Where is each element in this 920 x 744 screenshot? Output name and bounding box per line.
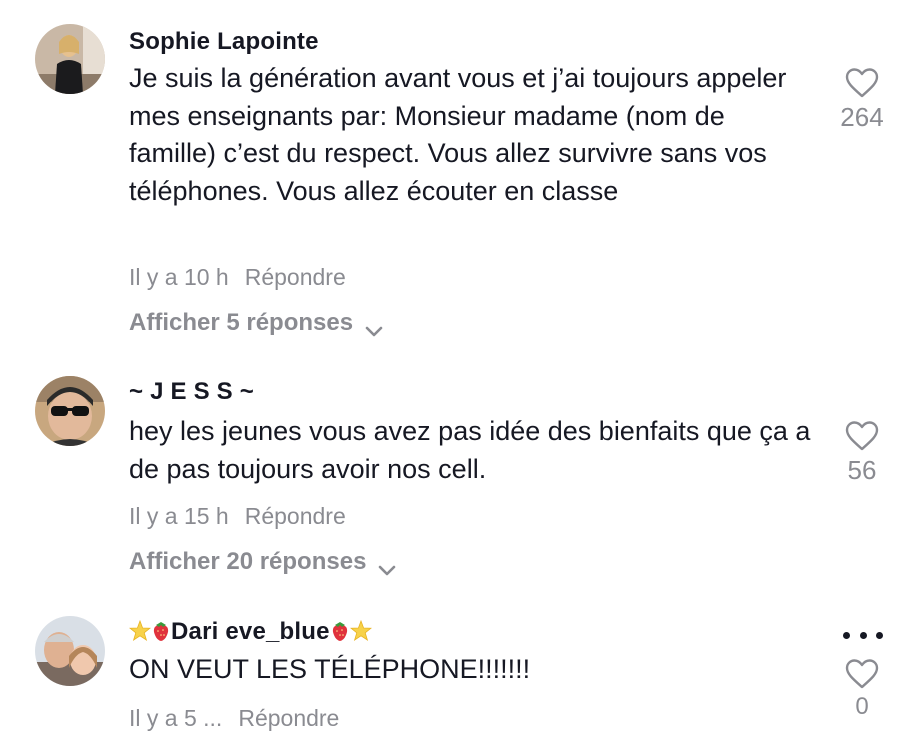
view-replies-button[interactable]: Afficher 20 réponses — [129, 548, 396, 576]
like-button[interactable]: 56 — [836, 421, 888, 486]
strawberry-icon — [330, 620, 350, 649]
avatar[interactable] — [35, 376, 105, 446]
like-button[interactable]: 0 — [836, 659, 888, 721]
comment-username[interactable]: Dari eve_blue — [128, 618, 372, 649]
comment-username[interactable]: Sophie Lapointe — [129, 28, 319, 56]
avatar[interactable] — [35, 24, 105, 94]
username-text: Dari eve_blue — [171, 618, 330, 645]
like-count: 264 — [840, 102, 884, 132]
star-icon — [349, 619, 372, 649]
dot — [876, 632, 883, 639]
comment-meta: Il y a 15 h Répondre — [129, 503, 346, 530]
comment-text: Je suis la génération avant vous et j’ai… — [129, 63, 787, 206]
star-icon — [128, 619, 152, 649]
like-count: 56 — [847, 455, 877, 485]
heart-outline-icon — [836, 421, 888, 451]
avatar[interactable] — [35, 616, 105, 686]
comment-text: hey les jeunes vous avez pas idée des bi… — [129, 416, 811, 484]
comment-timestamp: Il y a 15 h — [129, 503, 229, 529]
more-dots-icon[interactable] — [843, 632, 883, 640]
heart-outline-icon — [836, 659, 888, 689]
comment-timestamp: Il y a 5 ... — [129, 705, 223, 731]
comment-meta: Il y a 10 h Répondre — [129, 264, 346, 291]
dot — [843, 632, 850, 639]
like-count: 0 — [855, 693, 869, 720]
comment-username[interactable]: ~ J E S S ~ — [129, 378, 254, 406]
comment-timestamp: Il y a 10 h — [129, 264, 229, 290]
like-button[interactable]: 264 — [836, 68, 888, 133]
reply-button[interactable]: Répondre — [238, 705, 339, 731]
chevron-down-icon — [365, 317, 383, 337]
strawberry-icon — [151, 620, 171, 649]
comment-text: ON VEUT LES TÉLÉPHONE!!!!!!! — [129, 654, 531, 684]
view-replies-label: Afficher 5 réponses — [129, 309, 354, 336]
comment-meta: Il y a 5 ... Répondre — [129, 705, 339, 732]
dot — [859, 632, 867, 639]
view-replies-label: Afficher 20 réponses — [129, 548, 367, 575]
reply-button[interactable]: Répondre — [245, 503, 346, 529]
reply-button[interactable]: Répondre — [245, 264, 346, 290]
view-replies-button[interactable]: Afficher 5 réponses — [129, 309, 383, 337]
heart-outline-icon — [836, 68, 888, 98]
chevron-down-icon — [378, 556, 396, 576]
